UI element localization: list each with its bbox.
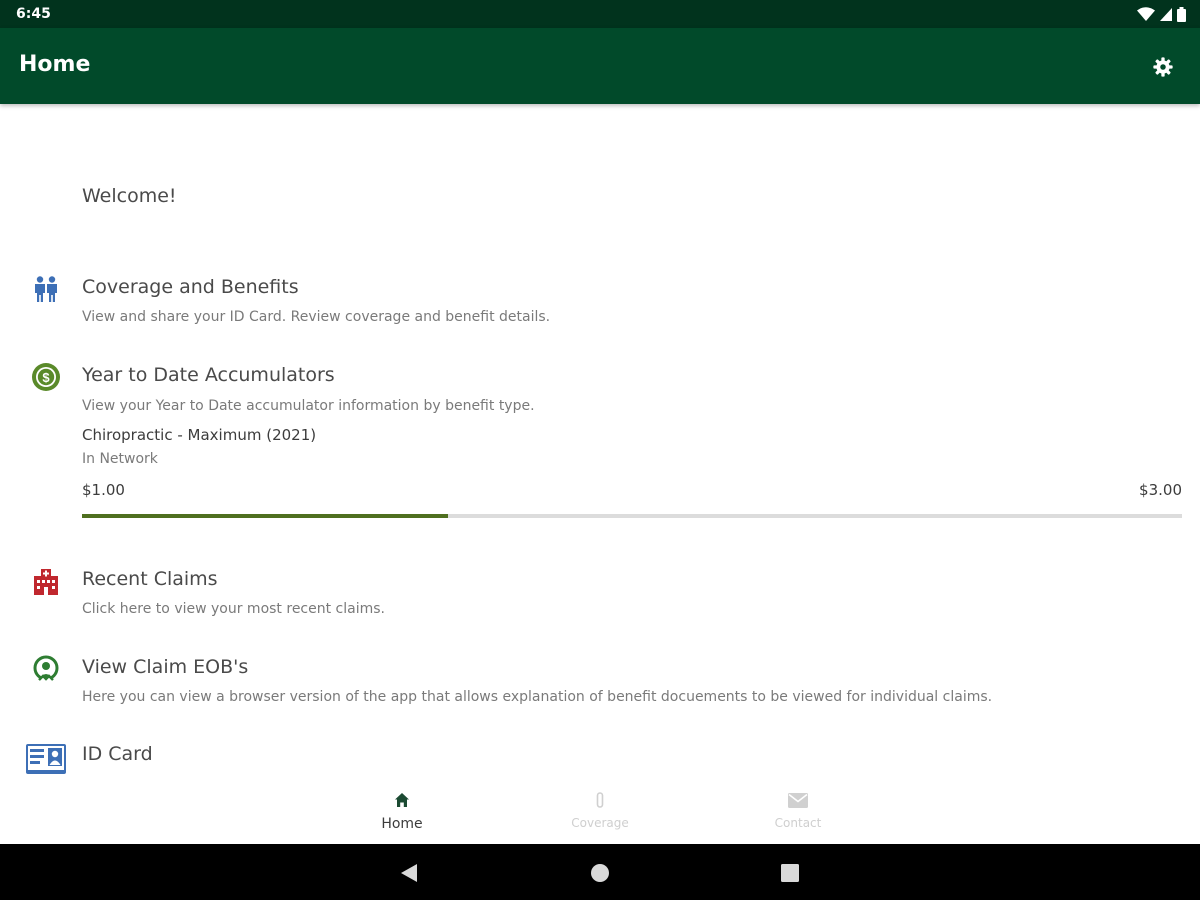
id-card-icon — [26, 742, 66, 776]
nav-tab-contact[interactable]: Contact — [698, 776, 898, 844]
home-icon — [394, 790, 410, 810]
nav-tab-coverage[interactable]: Coverage — [500, 776, 700, 844]
coverage-icon — [595, 790, 605, 810]
accumulator-network: In Network — [82, 451, 158, 467]
menu-item-recent-claims[interactable]: Recent Claims Click here to view your mo… — [0, 562, 1200, 626]
accumulator-progress-fill — [82, 514, 449, 518]
menu-item-title: Year to Date Accumulators — [82, 364, 335, 386]
accumulator-progress-bar — [82, 514, 1182, 518]
menu-item-subtitle: View and share your ID Card. Review cove… — [82, 309, 551, 325]
accumulator-used-amount: $1.00 — [82, 481, 125, 499]
status-time: 6:45 — [16, 6, 51, 22]
welcome-heading: Welcome! — [82, 185, 177, 207]
battery-icon — [1177, 6, 1186, 22]
envelope-icon — [788, 790, 808, 810]
nav-tab-label: Home — [381, 816, 423, 832]
system-home-button[interactable] — [589, 862, 611, 884]
signal-icon — [1160, 7, 1172, 21]
dollar-coin-icon: $ — [26, 360, 66, 394]
settings-button[interactable] — [1150, 54, 1176, 80]
menu-item-subtitle: Here you can view a browser version of t… — [82, 689, 993, 705]
bottom-navigation: Home Coverage Contact — [0, 776, 1200, 844]
nav-tab-label: Coverage — [571, 816, 629, 830]
recents-button[interactable] — [779, 862, 801, 884]
menu-item-coverage-and-benefits[interactable]: Coverage and Benefits View and share you… — [0, 270, 1200, 334]
app-bar: Home — [0, 28, 1200, 104]
page-title: Home — [19, 52, 91, 77]
wifi-icon — [1137, 7, 1155, 21]
menu-item-subtitle: View your Year to Date accumulator infor… — [82, 398, 535, 414]
status-icons — [1137, 6, 1186, 22]
menu-item-subtitle: Click here to view your most recent clai… — [82, 601, 385, 617]
family-icon — [26, 272, 66, 306]
accumulator-name: Chiropractic - Maximum (2021) — [82, 426, 317, 444]
eob-icon — [26, 652, 66, 686]
nav-tab-label: Contact — [774, 816, 822, 830]
menu-item-title: ID Card — [82, 743, 153, 765]
menu-item-view-claim-eobs[interactable]: View Claim EOB's Here you can view a bro… — [0, 650, 1200, 714]
status-bar: 6:45 — [0, 0, 1200, 28]
menu-item-title: Recent Claims — [82, 568, 218, 590]
menu-item-title: View Claim EOB's — [82, 656, 249, 678]
hospital-icon — [26, 564, 66, 598]
menu-item-year-to-date-accumulators[interactable]: $ Year to Date Accumulators View your Ye… — [0, 358, 1200, 422]
nav-tab-home[interactable]: Home — [302, 776, 502, 844]
recents-square-icon — [781, 864, 799, 882]
accumulator-max-amount: $3.00 — [1139, 481, 1182, 499]
menu-item-id-card[interactable]: ID Card — [0, 740, 1200, 776]
system-navigation-bar — [0, 844, 1200, 900]
svg-text:$: $ — [42, 370, 50, 385]
back-icon — [401, 864, 417, 882]
menu-item-title: Coverage and Benefits — [82, 276, 299, 298]
back-button[interactable] — [398, 862, 420, 884]
home-circle-icon — [591, 864, 609, 882]
gear-icon — [1153, 57, 1173, 77]
